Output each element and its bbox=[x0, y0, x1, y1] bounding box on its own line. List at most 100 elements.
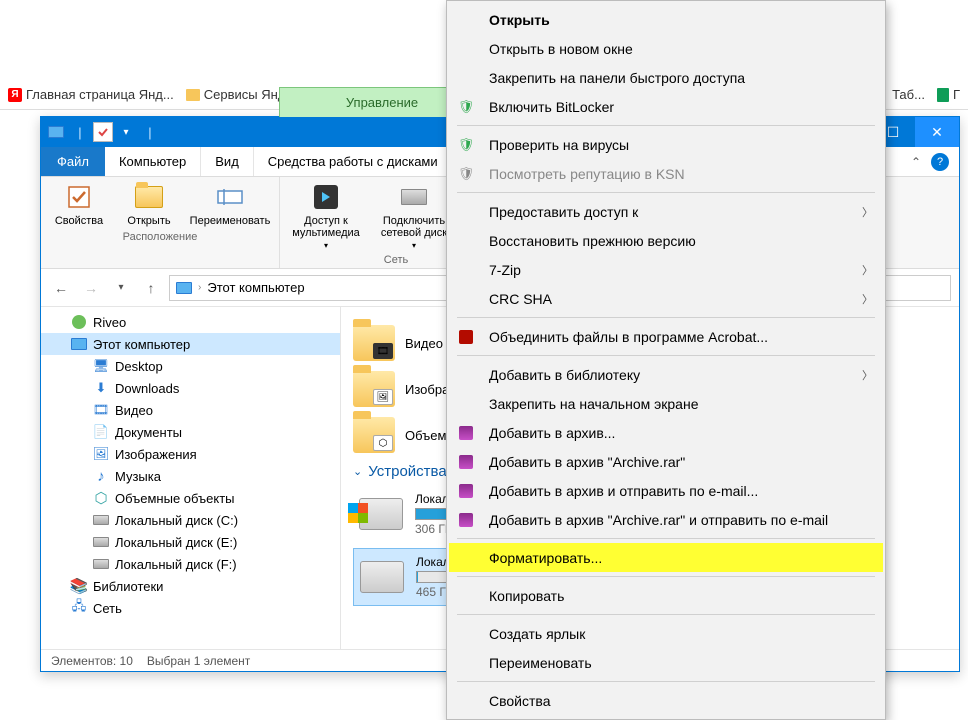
ribbon-open-button[interactable]: Открыть bbox=[119, 181, 179, 227]
context-menu: Открыть Открыть в новом окне Закрепить н… bbox=[446, 0, 886, 720]
bookmark-yandex-main[interactable]: Я Главная страница Янд... bbox=[8, 87, 174, 102]
cm-virus-scan[interactable]: 🛡Проверить на вирусы bbox=[449, 130, 883, 159]
tree-label: Локальный диск (E:) bbox=[115, 535, 237, 550]
menu-separator bbox=[457, 576, 875, 577]
menu-separator bbox=[457, 355, 875, 356]
ribbon-rename-button[interactable]: Переименовать bbox=[189, 181, 271, 227]
winrar-icon bbox=[459, 513, 473, 527]
qat-dropdown-button[interactable]: ▾ bbox=[115, 121, 137, 143]
cm-format[interactable]: Форматировать... bbox=[449, 543, 883, 572]
cm-label: Включить BitLocker bbox=[485, 99, 873, 115]
cm-pin-quickaccess[interactable]: Закрепить на панели быстрого доступа bbox=[449, 63, 883, 92]
cm-open[interactable]: Открыть bbox=[449, 5, 883, 34]
menu-separator bbox=[457, 538, 875, 539]
qat-separator: | bbox=[69, 121, 91, 143]
tree-item-disk-e[interactable]: Локальный диск (E:) bbox=[41, 531, 340, 553]
sheets-icon bbox=[937, 88, 949, 102]
cm-add-library[interactable]: Добавить в библиотеку〉 bbox=[449, 360, 883, 389]
cm-add-archive[interactable]: Добавить в архив... bbox=[449, 418, 883, 447]
cm-ksn[interactable]: 🛡Посмотреть репутацию в KSN bbox=[449, 159, 883, 188]
tree-item-disk-f[interactable]: Локальный диск (F:) bbox=[41, 553, 340, 575]
video-icon: 🎞 bbox=[93, 402, 109, 418]
cm-acrobat-combine[interactable]: Объединить файлы в программе Acrobat... bbox=[449, 322, 883, 351]
tree-item-documents[interactable]: 📄Документы bbox=[41, 421, 340, 443]
tab-file[interactable]: Файл bbox=[41, 147, 105, 176]
breadcrumb-thispc[interactable]: Этот компьютер bbox=[207, 280, 304, 295]
cm-label: Копировать bbox=[485, 588, 873, 604]
library-icon: 📚 bbox=[71, 578, 87, 594]
cm-share[interactable]: Предоставить доступ к〉 bbox=[449, 197, 883, 226]
bookmark-sheets[interactable]: Г bbox=[937, 87, 960, 102]
ribbon-properties-button[interactable]: Свойства bbox=[49, 181, 109, 227]
ribbon-label: Свойства bbox=[55, 215, 103, 227]
tree-item-libraries[interactable]: 📚Библиотеки bbox=[41, 575, 340, 597]
tree-item-3dobjects[interactable]: ⬡Объемные объекты bbox=[41, 487, 340, 509]
cm-bitlocker[interactable]: 🛡 Включить BitLocker bbox=[449, 92, 883, 121]
ribbon-collapse-button[interactable]: ⌃ bbox=[911, 155, 921, 169]
folder-label: Изобра bbox=[405, 382, 449, 397]
status-selection: Выбран 1 элемент bbox=[147, 654, 250, 668]
ribbon-media-access-button[interactable]: Доступ к мультимедиа▾ bbox=[288, 181, 364, 250]
cm-restore-version[interactable]: Восстановить прежнюю версию bbox=[449, 226, 883, 255]
media-icon bbox=[310, 181, 342, 213]
forward-button[interactable]: → bbox=[79, 276, 103, 300]
shield-icon: 🛡 bbox=[457, 98, 475, 116]
cm-7zip[interactable]: 7-Zip 〉 bbox=[449, 255, 883, 284]
tree-item-riveo[interactable]: Riveo bbox=[41, 311, 340, 333]
cm-rename[interactable]: Переименовать bbox=[449, 648, 883, 677]
folder-icon bbox=[186, 89, 200, 101]
system-menu-icon[interactable] bbox=[45, 121, 67, 143]
up-button[interactable]: ↑ bbox=[139, 276, 163, 300]
cm-open-new-window[interactable]: Открыть в новом окне bbox=[449, 34, 883, 63]
menu-separator bbox=[457, 681, 875, 682]
tree-item-network[interactable]: 🖧Сеть bbox=[41, 597, 340, 619]
cm-label: Свойства bbox=[485, 693, 873, 709]
tab-computer[interactable]: Компьютер bbox=[105, 147, 201, 176]
chevron-right-icon: 〉 bbox=[862, 204, 873, 220]
tree-label: Музыка bbox=[115, 469, 161, 484]
tree-item-music[interactable]: ♪Музыка bbox=[41, 465, 340, 487]
tree-item-downloads[interactable]: ⬇Downloads bbox=[41, 377, 340, 399]
bookmark-tab[interactable]: Таб... bbox=[892, 87, 925, 102]
close-button[interactable]: ✕ bbox=[915, 117, 959, 147]
tab-view[interactable]: Вид bbox=[201, 147, 254, 176]
network-drive-icon bbox=[398, 181, 430, 213]
tree-item-disk-c[interactable]: Локальный диск (C:) bbox=[41, 509, 340, 531]
drive-icon bbox=[359, 498, 403, 530]
tree-item-desktop[interactable]: 🖥Desktop bbox=[41, 355, 340, 377]
tree-item-pictures[interactable]: 🖼Изображения bbox=[41, 443, 340, 465]
qat-properties-button[interactable] bbox=[93, 122, 113, 142]
back-button[interactable]: ← bbox=[49, 276, 73, 300]
cm-copy[interactable]: Копировать bbox=[449, 581, 883, 610]
cm-pin-start[interactable]: Закрепить на начальном экране bbox=[449, 389, 883, 418]
cm-add-archive-email[interactable]: Добавить в архив и отправить по e-mail..… bbox=[449, 476, 883, 505]
cm-create-shortcut[interactable]: Создать ярлык bbox=[449, 619, 883, 648]
help-button[interactable]: ? bbox=[931, 153, 949, 171]
cm-label: Проверить на вирусы bbox=[485, 137, 873, 153]
ribbon-label: Доступ к мультимедиа bbox=[288, 215, 364, 239]
cm-label: 7-Zip bbox=[485, 262, 852, 278]
cm-add-rar-email[interactable]: Добавить в архив "Archive.rar" и отправи… bbox=[449, 505, 883, 534]
cm-add-archive-rar[interactable]: Добавить в архив "Archive.rar" bbox=[449, 447, 883, 476]
tree-item-video[interactable]: 🎞Видео bbox=[41, 399, 340, 421]
recent-dropdown[interactable]: ▾ bbox=[109, 276, 133, 300]
cm-crc-sha[interactable]: CRC SHA〉 bbox=[449, 284, 883, 313]
folder-label: Видео bbox=[405, 336, 443, 351]
tree-item-thispc[interactable]: Этот компьютер bbox=[41, 333, 340, 355]
folder-label: Объем bbox=[405, 428, 446, 443]
menu-separator bbox=[457, 614, 875, 615]
yandex-icon: Я bbox=[8, 88, 22, 102]
network-icon: 🖧 bbox=[71, 600, 87, 616]
disk-icon bbox=[93, 515, 109, 525]
pictures-icon: 🖼 bbox=[93, 446, 109, 462]
cm-label: Закрепить на панели быстрого доступа bbox=[485, 70, 873, 86]
tab-label: Средства работы с дисками bbox=[268, 154, 438, 169]
cm-label: Создать ярлык bbox=[485, 626, 873, 642]
chevron-right-icon: 〉 bbox=[862, 367, 873, 383]
downloads-icon: ⬇ bbox=[93, 380, 109, 396]
ribbon-map-drive-button[interactable]: Подключить сетевой диск▾ bbox=[374, 181, 454, 250]
menu-separator bbox=[457, 125, 875, 126]
tab-disk-tools[interactable]: Средства работы с дисками bbox=[254, 147, 453, 176]
chevron-right-icon: 〉 bbox=[862, 262, 873, 278]
cm-properties[interactable]: Свойства bbox=[449, 686, 883, 715]
